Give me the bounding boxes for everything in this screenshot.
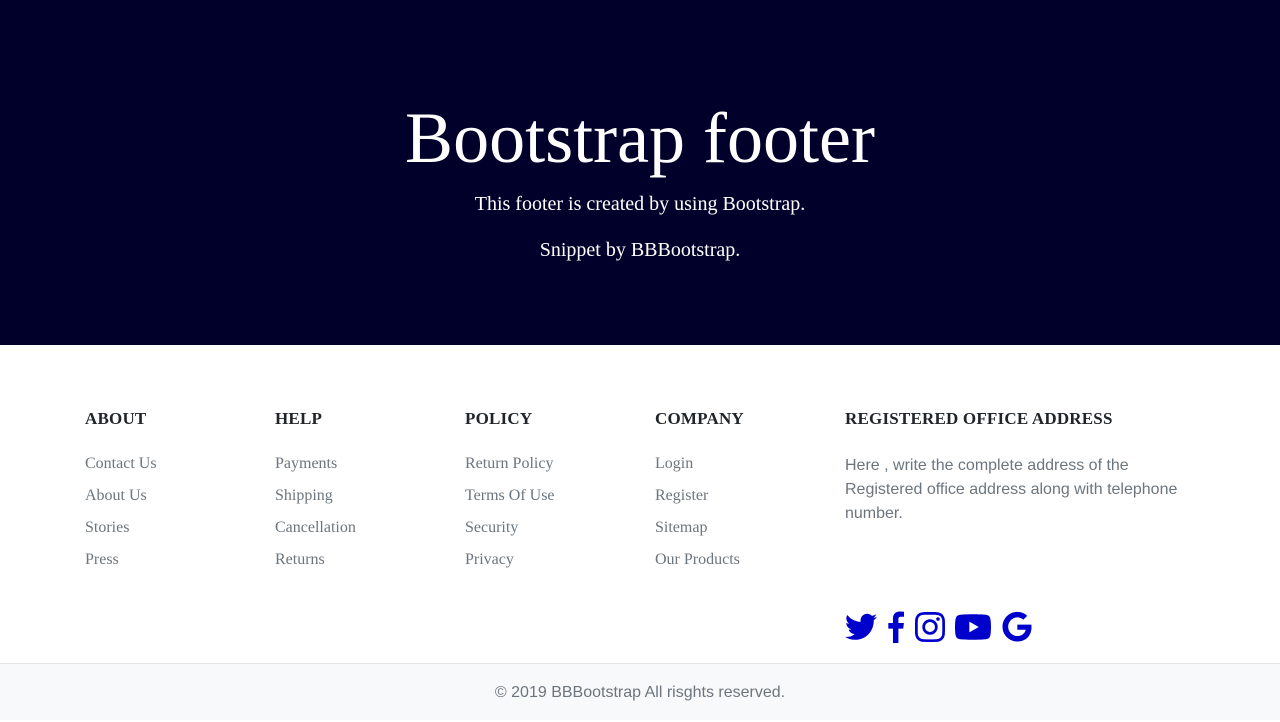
link-list: Return Policy Terms Of Use Security Priv… [465, 454, 555, 582]
office-address: Here , write the complete address of the… [845, 457, 1178, 522]
twitter-icon[interactable] [845, 613, 877, 641]
footer-link-press[interactable]: Press [85, 551, 119, 568]
copyright-text: © 2019 BBBootstrap All risghts reserved. [494, 684, 786, 701]
footer-link-security[interactable]: Security [465, 519, 518, 536]
footer-column-about: ABOUT Contact Us About Us Stories Press [85, 409, 157, 582]
instagram-icon[interactable] [915, 612, 945, 642]
footer-link-terms-of-use[interactable]: Terms Of Use [465, 487, 555, 504]
footer-link-shipping[interactable]: Shipping [275, 487, 333, 504]
column-heading: REGISTERED OFFICE ADDRESS [845, 409, 1113, 428]
footer-column-company: COMPANY Login Register Sitemap Our Produ… [655, 409, 744, 582]
footer-main: ABOUT Contact Us About Us Stories Press … [0, 345, 1280, 663]
footer-link-contact-us[interactable]: Contact Us [85, 455, 157, 472]
footer-column-policy: POLICY Return Policy Terms Of Use Securi… [465, 409, 555, 582]
link-list: Contact Us About Us Stories Press [85, 454, 157, 582]
column-heading: HELP [275, 409, 323, 428]
footer-link-returns[interactable]: Returns [275, 551, 325, 568]
footer-link-our-products[interactable]: Our Products [655, 551, 740, 568]
footer-column-office-address: REGISTERED OFFICE ADDRESS Here , write t… [845, 409, 1205, 643]
hero-title: Bootstrap footer [405, 98, 875, 178]
column-heading: COMPANY [655, 409, 744, 428]
footer-link-login[interactable]: Login [655, 455, 693, 472]
column-heading: POLICY [465, 409, 533, 428]
social-links [845, 611, 1043, 643]
footer-link-register[interactable]: Register [655, 487, 708, 504]
column-heading: ABOUT [85, 409, 147, 428]
google-icon[interactable] [1001, 611, 1033, 643]
footer-link-stories[interactable]: Stories [85, 519, 129, 536]
hero-banner: Bootstrap footer This footer is created … [0, 0, 1280, 345]
facebook-icon[interactable] [887, 611, 905, 643]
hero-subtitle: This footer is created by using Bootstra… [474, 193, 806, 215]
copyright-bar: © 2019 BBBootstrap All risghts reserved. [0, 663, 1280, 720]
footer-link-sitemap[interactable]: Sitemap [655, 519, 707, 536]
footer-column-help: HELP Payments Shipping Cancellation Retu… [275, 409, 356, 582]
footer-link-payments[interactable]: Payments [275, 455, 337, 472]
footer-link-cancellation[interactable]: Cancellation [275, 519, 356, 536]
hero-credit: Snippet by BBBootstrap. [539, 239, 741, 261]
youtube-icon[interactable] [955, 613, 991, 641]
footer-link-privacy[interactable]: Privacy [465, 551, 514, 568]
link-list: Payments Shipping Cancellation Returns [275, 454, 356, 582]
footer-link-return-policy[interactable]: Return Policy [465, 455, 553, 472]
link-list: Login Register Sitemap Our Products [655, 454, 744, 582]
footer-link-about-us[interactable]: About Us [85, 487, 147, 504]
